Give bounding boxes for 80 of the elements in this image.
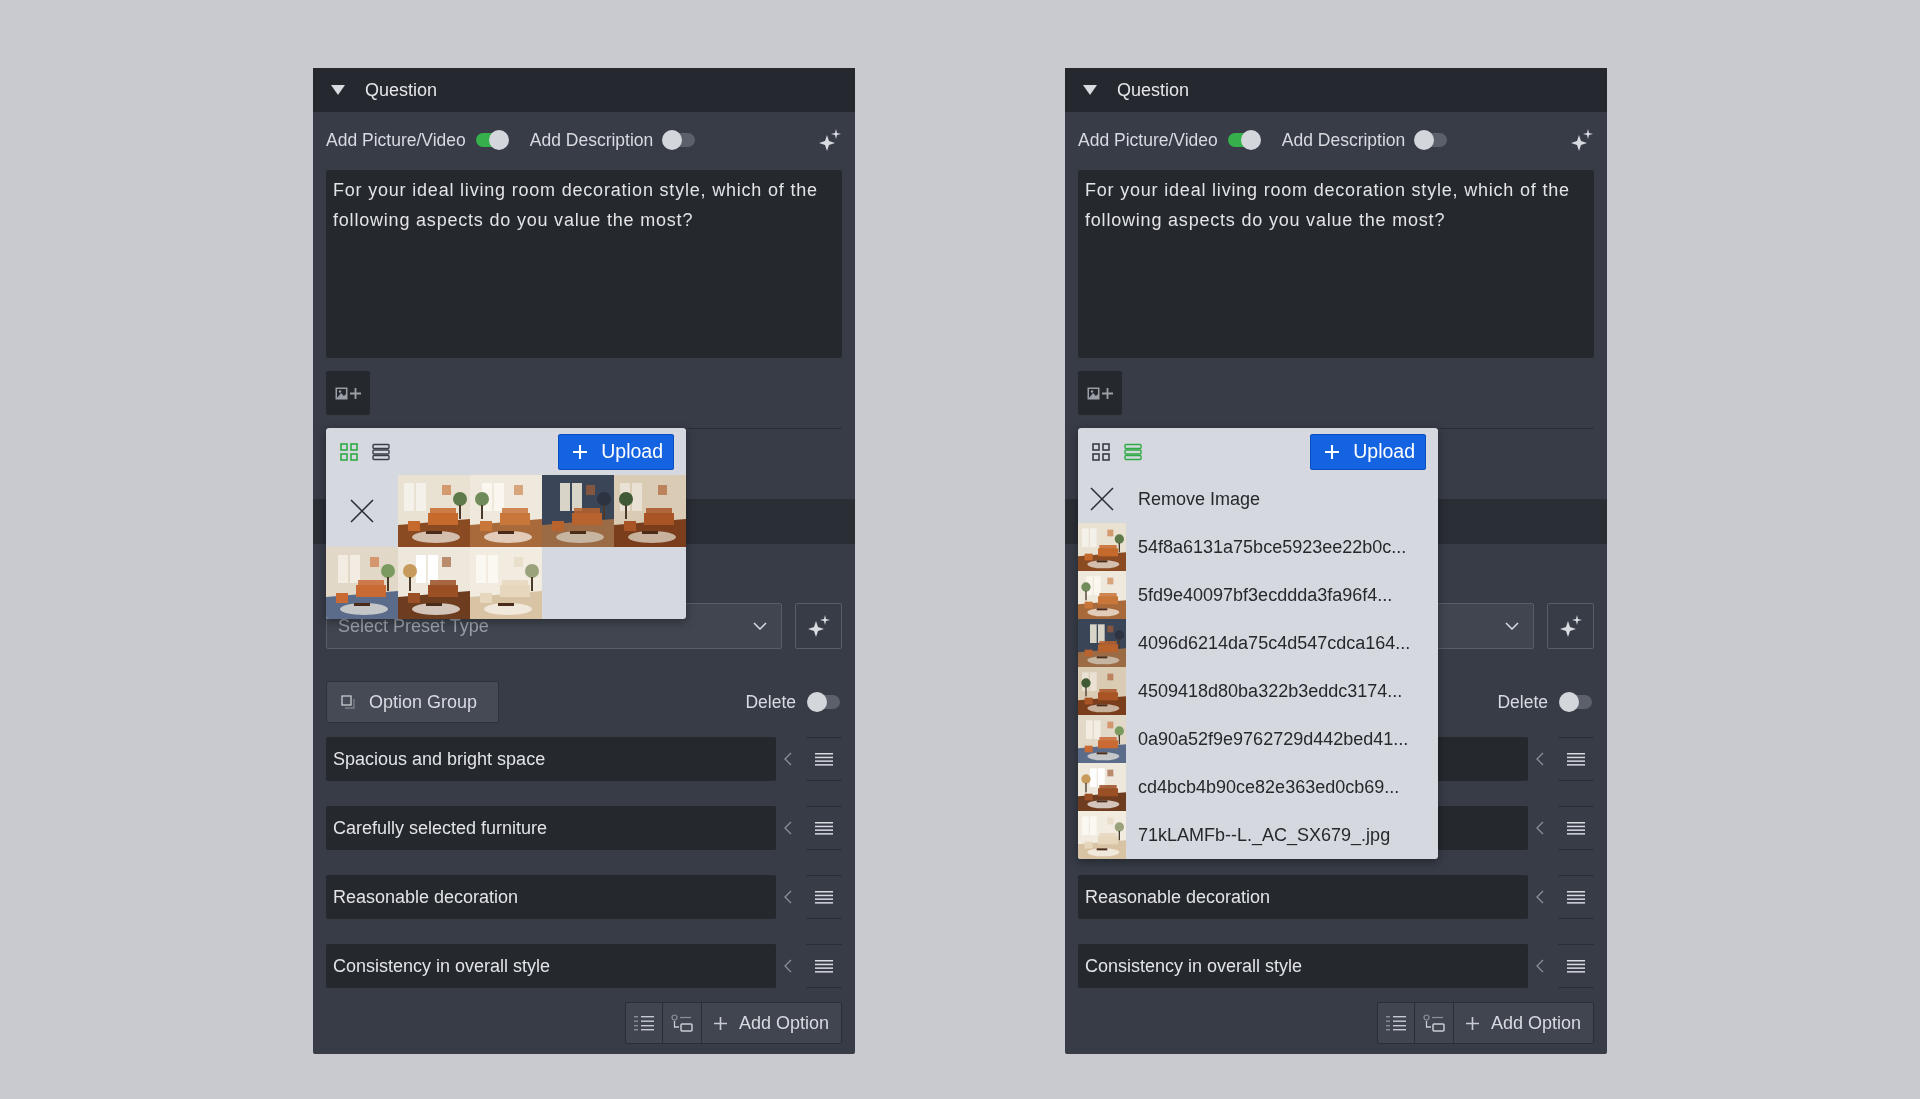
option-field[interactable]: Consistency in overall style bbox=[326, 944, 776, 988]
question-field[interactable]: For your ideal living room decoration style, which of the following aspects do you value the most? bbox=[1078, 170, 1594, 358]
drag-handle-icon[interactable] bbox=[1567, 959, 1585, 973]
toggle-label: Add Description bbox=[529, 129, 654, 151]
list-icon bbox=[1385, 1015, 1406, 1031]
grid-view-icon bbox=[1092, 442, 1110, 461]
option-group-icon bbox=[341, 695, 355, 709]
drag-handle-icon[interactable] bbox=[1567, 752, 1585, 766]
chevron-left-icon[interactable] bbox=[784, 752, 792, 766]
list-view-icon bbox=[372, 442, 390, 461]
delete-label: Delete bbox=[1497, 691, 1548, 713]
chevron-left-icon[interactable] bbox=[784, 959, 792, 973]
delete-switch[interactable] bbox=[808, 695, 840, 709]
ai-button[interactable] bbox=[795, 603, 842, 649]
delete-label: Delete bbox=[745, 691, 796, 713]
chevron-left-icon[interactable] bbox=[1536, 821, 1544, 835]
option-field[interactable]: Reasonable decoration bbox=[326, 875, 776, 919]
chevron-left-icon[interactable] bbox=[784, 821, 792, 835]
image-file-name[interactable]: 4096d6214da75c4d547cdca164... bbox=[1138, 632, 1411, 654]
plus-icon bbox=[713, 1016, 727, 1030]
image-file-name[interactable]: 54f8a6131a75bce5923ee22b0c... bbox=[1138, 536, 1407, 558]
drag-handle-icon[interactable] bbox=[815, 752, 833, 766]
close-icon bbox=[350, 499, 374, 523]
chevron-down-icon bbox=[753, 622, 767, 630]
question-field[interactable]: For your ideal living room decoration style, which of the following aspects do you value the most? bbox=[326, 170, 842, 358]
image-icon bbox=[335, 386, 348, 400]
option-field[interactable]: Carefully selected furniture bbox=[326, 806, 776, 850]
drag-handle-icon[interactable] bbox=[1567, 890, 1585, 904]
image-file-name[interactable]: 4509418d80ba322b3eddc3174... bbox=[1138, 680, 1403, 702]
drag-handle-icon[interactable] bbox=[815, 890, 833, 904]
toggle-switch[interactable] bbox=[475, 133, 508, 147]
chevron-down-icon bbox=[1505, 622, 1519, 630]
option-field[interactable]: Consistency in overall style bbox=[1078, 944, 1528, 988]
image-file-name[interactable]: cd4bcb4b90ce82e363ed0cb69... bbox=[1138, 776, 1400, 798]
add-media-button[interactable] bbox=[326, 371, 370, 415]
caret-icon[interactable] bbox=[331, 85, 345, 95]
image-file-name[interactable]: 71kLAMFb--L._AC_SX679_.jpg bbox=[1138, 824, 1391, 846]
add-media-button[interactable] bbox=[1078, 371, 1122, 415]
chevron-left-icon[interactable] bbox=[784, 890, 792, 904]
delete-switch[interactable] bbox=[1560, 695, 1592, 709]
option-field[interactable]: Reasonable decoration bbox=[1078, 875, 1528, 919]
grid-view-icon bbox=[340, 442, 358, 461]
grid-view-button[interactable] bbox=[1090, 440, 1112, 463]
branch-icon bbox=[670, 1014, 693, 1032]
remove-image-option[interactable]: Remove Image bbox=[1138, 488, 1261, 510]
panel-title: Question bbox=[1117, 79, 1190, 101]
toggle-switch[interactable] bbox=[663, 133, 696, 147]
list-icon bbox=[633, 1015, 654, 1031]
plus-icon bbox=[1325, 444, 1340, 459]
list-view-icon bbox=[1124, 442, 1142, 461]
close-icon bbox=[1090, 487, 1114, 511]
drag-handle-icon[interactable] bbox=[815, 959, 833, 973]
chevron-left-icon[interactable] bbox=[1536, 959, 1544, 973]
toggle-label: Add Description bbox=[1281, 129, 1406, 151]
plus-icon bbox=[1465, 1016, 1479, 1030]
sparkle-icon[interactable] bbox=[818, 128, 842, 152]
upload-button[interactable]: Upload bbox=[558, 433, 674, 470]
upload-button[interactable]: Upload bbox=[1310, 433, 1426, 470]
chevron-left-icon[interactable] bbox=[1536, 752, 1544, 766]
image-icon bbox=[1087, 386, 1100, 400]
toggle-switch[interactable] bbox=[1415, 133, 1448, 147]
select-placeholder: Select Preset Type bbox=[338, 615, 489, 637]
drag-handle-icon[interactable] bbox=[815, 821, 833, 835]
toggle-label: Add Picture/Video bbox=[1078, 129, 1218, 151]
option-group-button[interactable]: Option Group bbox=[326, 681, 499, 723]
chevron-left-icon[interactable] bbox=[1536, 890, 1544, 904]
plus-icon bbox=[573, 444, 588, 459]
drag-handle-icon[interactable] bbox=[1567, 821, 1585, 835]
toggle-switch[interactable] bbox=[1227, 133, 1260, 147]
panel-title: Question bbox=[365, 79, 438, 101]
caret-icon[interactable] bbox=[1083, 85, 1097, 95]
image-file-name[interactable]: 5fd9e40097bf3ecddda3fa96f4... bbox=[1138, 584, 1393, 606]
branch-icon bbox=[1422, 1014, 1445, 1032]
sparkle-icon[interactable] bbox=[1570, 128, 1594, 152]
plus-icon bbox=[1102, 387, 1113, 399]
toggle-label: Add Picture/Video bbox=[326, 129, 466, 151]
image-file-name[interactable]: 0a90a52f9e9762729d442bed41... bbox=[1138, 728, 1409, 750]
ai-button[interactable] bbox=[1547, 603, 1594, 649]
option-field[interactable]: Spacious and bright space bbox=[326, 737, 776, 781]
plus-icon bbox=[350, 387, 361, 399]
